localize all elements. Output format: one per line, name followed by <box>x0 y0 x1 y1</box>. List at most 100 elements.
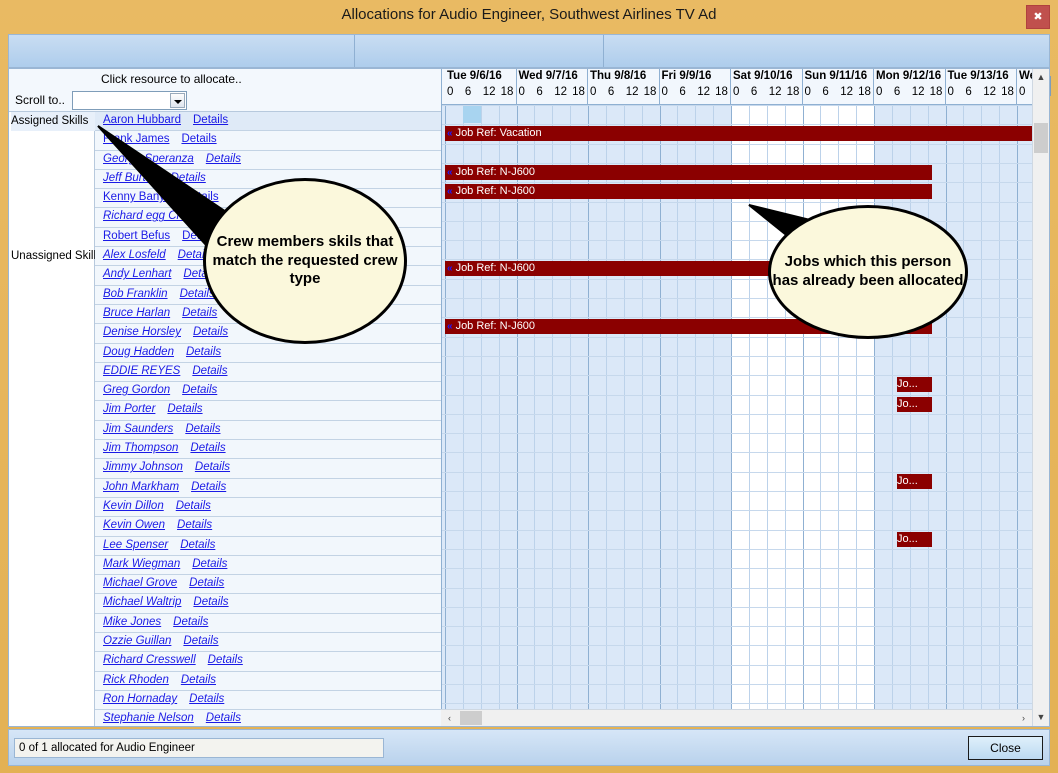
resource-row[interactable]: Rick Rhoden Details <box>95 671 441 691</box>
resource-row[interactable]: Kevin Owen Details <box>95 517 441 537</box>
resource-row[interactable]: Robert Befus Details <box>95 227 441 248</box>
resource-name-link[interactable]: Michael Grove <box>103 577 177 589</box>
resource-name-list[interactable]: Aaron Hubbard Details Frank James Details Ge… <box>95 112 441 726</box>
resource-row[interactable]: Aaron Hubbard Details <box>95 112 441 132</box>
collapse-left-icon[interactable]: « <box>447 263 453 274</box>
vertical-scroll-thumb[interactable] <box>1034 123 1048 153</box>
collapse-left-icon[interactable]: « <box>447 128 453 139</box>
close-button[interactable]: Close <box>968 736 1043 760</box>
resource-details-link[interactable]: Details <box>192 558 227 570</box>
resource-name-link[interactable]: Bob Franklin <box>103 288 168 300</box>
resource-name-link[interactable]: George Speranza <box>103 153 194 165</box>
resource-name-link[interactable]: Kenny Banya <box>103 191 171 203</box>
resource-row[interactable]: Bob Franklin Details <box>95 285 441 305</box>
resource-row[interactable]: Kenny Banya Details <box>95 189 441 209</box>
resource-row[interactable]: Frank James Details <box>95 131 441 151</box>
resource-row[interactable]: Jim Saunders Details <box>95 420 441 441</box>
resource-row[interactable]: Andy Lenhart Details <box>95 266 441 286</box>
resource-name-link[interactable]: John Markham <box>103 481 179 493</box>
resource-details-link[interactable]: Details <box>171 172 206 184</box>
resource-details-link[interactable]: Details <box>230 210 265 222</box>
resource-details-link[interactable]: Details <box>189 577 224 589</box>
allocation-bar[interactable]: Jo... <box>897 532 932 547</box>
resource-details-link[interactable]: Details <box>183 268 218 280</box>
collapse-left-icon[interactable]: « <box>447 321 453 332</box>
resource-row[interactable]: Doug Hadden Details <box>95 343 441 363</box>
resource-name-link[interactable]: Aaron Hubbard <box>103 114 181 126</box>
horizontal-scroll-thumb[interactable] <box>460 711 482 725</box>
collapse-left-icon[interactable]: « <box>447 167 453 178</box>
allocation-bar[interactable]: Jo... <box>897 474 932 489</box>
chevron-down-icon[interactable] <box>170 93 185 108</box>
resource-name-link[interactable]: Bruce Harlan <box>103 307 170 319</box>
allocation-bar[interactable]: «Job Ref: N-J600 <box>445 165 932 180</box>
resource-row[interactable]: Kevin Dillon Details <box>95 497 441 518</box>
resource-name-link[interactable]: Frank James <box>103 133 169 145</box>
resource-row[interactable]: EDDIE REYES Details <box>95 362 441 383</box>
resource-row[interactable]: Greg Gordon Details <box>95 382 441 402</box>
scroll-right-icon[interactable]: › <box>1015 710 1032 726</box>
resource-row[interactable]: Jim Thompson Details <box>95 440 441 460</box>
resource-details-link[interactable]: Details <box>176 500 211 512</box>
resource-name-link[interactable]: Stephanie Nelson <box>103 712 194 724</box>
allocation-bar[interactable]: Jo... <box>897 377 932 392</box>
resource-name-link[interactable]: EDDIE REYES <box>103 365 180 377</box>
resource-details-link[interactable]: Details <box>193 596 228 608</box>
scroll-up-icon[interactable]: ▲ <box>1033 69 1049 86</box>
resource-row[interactable]: Richard Cresswell Details <box>95 652 441 672</box>
resource-name-link[interactable]: Doug Hadden <box>103 346 174 358</box>
resource-name-link[interactable]: Alex Losfeld <box>103 249 166 261</box>
resource-details-link[interactable]: Details <box>183 635 218 647</box>
resource-details-link[interactable]: Details <box>181 674 216 686</box>
resource-details-link[interactable]: Details <box>189 693 224 705</box>
resource-details-link[interactable]: Details <box>182 307 217 319</box>
resource-row[interactable]: John Markham Details <box>95 478 441 498</box>
scroll-to-select[interactable] <box>72 91 187 110</box>
resource-details-link[interactable]: Details <box>206 153 241 165</box>
resource-details-link[interactable]: Details <box>193 326 228 338</box>
allocation-bar[interactable]: «Job Ref: Vacation <box>445 126 1033 141</box>
vertical-scrollbar[interactable]: ▲ ▼ <box>1032 69 1049 726</box>
resource-name-link[interactable]: Michael Waltrip <box>103 596 181 608</box>
close-icon[interactable]: ✖ <box>1026 5 1050 29</box>
resource-row[interactable]: Mark Wiegman Details <box>95 555 441 576</box>
resource-details-link[interactable]: Details <box>182 230 217 242</box>
resource-details-link[interactable]: Details <box>185 423 220 435</box>
resource-name-link[interactable]: Ron Hornaday <box>103 693 177 705</box>
resource-details-link[interactable]: Details <box>181 133 216 145</box>
resource-name-link[interactable]: Lee Spenser <box>103 539 168 551</box>
resource-row[interactable]: Mike Jones Details <box>95 613 441 634</box>
allocation-bar[interactable]: Jo... <box>897 397 932 412</box>
resource-name-link[interactable]: Jeff Burton <box>103 172 159 184</box>
allocation-bar[interactable]: «Job Ref: N-J600 <box>445 319 932 334</box>
allocation-bar[interactable]: «Job Ref: N-J600 <box>445 261 932 276</box>
resource-row[interactable]: Denise Horsley Details <box>95 324 441 344</box>
resource-name-link[interactable]: Richard egg Cresswell <box>103 210 218 222</box>
scroll-left-icon[interactable]: ‹ <box>441 710 458 726</box>
resource-name-link[interactable]: Jim Thompson <box>103 442 178 454</box>
resource-name-link[interactable]: Mike Jones <box>103 616 161 628</box>
resource-row[interactable]: Jim Porter Details <box>95 401 441 421</box>
resource-name-link[interactable]: Robert Befus <box>103 230 170 242</box>
resource-name-link[interactable]: Denise Horsley <box>103 326 181 338</box>
resource-name-link[interactable]: Greg Gordon <box>103 384 170 396</box>
resource-row[interactable]: Ozzie Guillan Details <box>95 633 441 653</box>
resource-details-link[interactable]: Details <box>208 654 243 666</box>
resource-details-link[interactable]: Details <box>178 249 213 261</box>
resource-row[interactable]: Michael Waltrip Details <box>95 594 441 614</box>
resource-name-link[interactable]: Rick Rhoden <box>103 674 169 686</box>
resource-details-link[interactable]: Details <box>192 365 227 377</box>
resource-details-link[interactable]: Details <box>183 191 218 203</box>
resource-name-link[interactable]: Jim Saunders <box>103 423 173 435</box>
resource-row[interactable]: Richard egg Cresswell Details <box>95 208 441 228</box>
resource-details-link[interactable]: Details <box>193 114 228 126</box>
resource-row[interactable]: Ron Hornaday Details <box>95 690 441 711</box>
resource-name-link[interactable]: Richard Cresswell <box>103 654 196 666</box>
resource-name-link[interactable]: Ozzie Guillan <box>103 635 171 647</box>
resource-details-link[interactable]: Details <box>182 384 217 396</box>
resource-details-link[interactable]: Details <box>195 461 230 473</box>
resource-row[interactable]: Jimmy Johnson Details <box>95 459 441 479</box>
timeline-grid[interactable]: «Job Ref: Vacation «Job Ref: N-J600 «Job R… <box>442 105 1033 710</box>
resource-name-link[interactable]: Jim Porter <box>103 403 155 415</box>
resource-name-link[interactable]: Andy Lenhart <box>103 268 171 280</box>
